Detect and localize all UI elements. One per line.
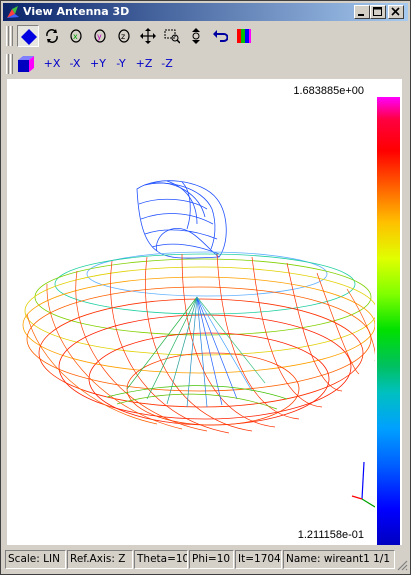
resize-grip-icon[interactable] bbox=[396, 559, 408, 571]
status-ref-axis: Ref.Axis: Z bbox=[67, 550, 133, 569]
select-tool-button[interactable] bbox=[17, 25, 39, 47]
axis-view-toolbar: +X -X +Y -Y +Z -Z bbox=[3, 51, 408, 77]
title-bar[interactable]: View Antenna 3D bbox=[3, 3, 408, 21]
toolbar-grip[interactable] bbox=[6, 54, 9, 74]
rotate-x-icon: x bbox=[70, 29, 82, 43]
scale-max-label: 1.683885e+00 bbox=[293, 85, 364, 97]
select-icon bbox=[21, 29, 37, 45]
toolbar-grip[interactable] bbox=[10, 54, 13, 74]
color-map-button[interactable] bbox=[233, 25, 255, 47]
minimize-icon bbox=[358, 14, 364, 16]
rotate-y-button[interactable]: y bbox=[89, 25, 111, 47]
pan-tool-button[interactable] bbox=[137, 25, 159, 47]
color-map-icon bbox=[237, 29, 251, 43]
view-plus-y-button[interactable]: +Y bbox=[87, 53, 109, 75]
maximize-icon bbox=[373, 7, 382, 16]
axis-triad bbox=[351, 461, 375, 508]
view-minus-x-button[interactable]: -X bbox=[64, 53, 86, 75]
zoom-window-icon bbox=[164, 29, 180, 44]
app-icon bbox=[7, 6, 19, 18]
maximize-button[interactable] bbox=[370, 5, 386, 19]
status-bar: Scale: LIN Ref.Axis: Z Theta=10 Phi=10 I… bbox=[3, 549, 408, 571]
undo-button[interactable] bbox=[209, 25, 231, 47]
undo-icon bbox=[213, 30, 228, 42]
status-phi: Phi=10 bbox=[189, 550, 234, 569]
color-scale-bar bbox=[377, 97, 400, 545]
toolbar-grip[interactable] bbox=[6, 26, 9, 46]
scale-min-label: 1.211158e-01 bbox=[297, 529, 364, 541]
view-toolbar: x y z bbox=[3, 23, 408, 49]
view-minus-z-button[interactable]: -Z bbox=[156, 53, 178, 75]
zoom-button[interactable] bbox=[185, 25, 207, 47]
rotate-tool-button[interactable] bbox=[41, 25, 63, 47]
view-plus-z-button[interactable]: +Z bbox=[133, 53, 155, 75]
radiation-pattern-plot bbox=[22, 180, 375, 508]
cube-icon bbox=[18, 56, 34, 72]
upper-lobe-mesh bbox=[136, 180, 227, 259]
rotate-x-button[interactable]: x bbox=[65, 25, 87, 47]
svg-text:x: x bbox=[73, 32, 78, 41]
status-name: Name: wireant1 1/1 bbox=[283, 550, 395, 569]
close-button[interactable] bbox=[388, 5, 404, 19]
rotate-icon bbox=[46, 29, 58, 43]
svg-text:z: z bbox=[121, 32, 125, 41]
svg-text:y: y bbox=[97, 32, 102, 41]
pan-icon bbox=[140, 28, 156, 44]
zoom-icon bbox=[192, 28, 200, 44]
view-plus-x-button[interactable]: +X bbox=[41, 53, 63, 75]
rotate-z-button[interactable]: z bbox=[113, 25, 135, 47]
view-minus-y-button[interactable]: -Y bbox=[110, 53, 132, 75]
window-title: View Antenna 3D bbox=[23, 5, 130, 18]
main-lobe-mesh bbox=[22, 251, 375, 426]
rotate-z-icon: z bbox=[118, 29, 130, 43]
zoom-window-button[interactable] bbox=[161, 25, 183, 47]
close-icon bbox=[391, 7, 400, 16]
status-theta: Theta=10 bbox=[134, 550, 188, 569]
rotate-y-icon: y bbox=[94, 29, 106, 43]
status-it: It=1704 bbox=[235, 550, 282, 569]
toolbar-grip[interactable] bbox=[10, 26, 13, 46]
iso-view-button[interactable] bbox=[15, 53, 37, 75]
antenna-3d-window: View Antenna 3D x y z +X -X +Y -Y +Z -Z … bbox=[0, 0, 411, 575]
minimize-button[interactable] bbox=[354, 5, 370, 19]
antenna-3d-viewport[interactable]: 1.683885e+00 1.211158e-01 bbox=[7, 79, 402, 545]
status-scale: Scale: LIN bbox=[5, 550, 66, 569]
